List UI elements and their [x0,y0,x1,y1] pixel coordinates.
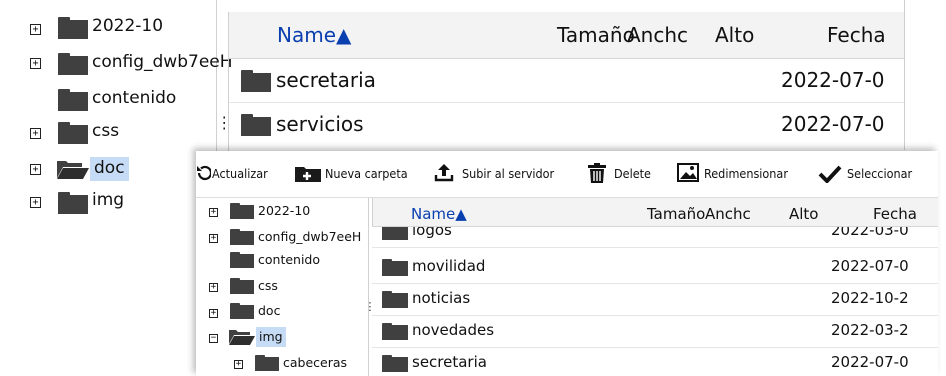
folder-open-icon [228,328,256,346]
column-header-row: Name▲ Tamaño Anchc Alto Fecha [372,198,938,227]
refresh-button[interactable]: Actualizar [212,166,268,181]
select-button[interactable]: Seleccionar [847,166,912,181]
column-header-width[interactable]: Anchc [627,23,707,47]
front-file-list: logos 2022-03-0 movilidad 2022-07-0 noti… [372,198,938,376]
folder-open-icon [56,158,90,180]
upload-button[interactable]: Subir al servidor [462,166,554,181]
new-folder-icon [295,165,321,186]
column-header-name[interactable]: Name▲ [411,205,467,223]
file-name: movilidad [412,257,486,275]
file-row[interactable]: movilidad 2022-07-0 [372,252,938,284]
tree-label: img [92,190,125,210]
file-row[interactable]: secretaria 2022-07-0 [229,59,905,103]
folder-icon [58,89,88,111]
folder-icon [230,252,254,268]
file-name: secretaria [276,68,376,92]
column-header-row: Name▲ Tamaño Anchc Alto Fecha [229,12,905,59]
image-resize-icon [677,163,699,186]
column-header-name[interactable]: Name▲ [277,23,351,47]
expand-icon[interactable]: + [30,24,41,35]
column-header-width[interactable]: Anchc [705,205,765,223]
column-header-size[interactable]: Tamaño [557,23,635,47]
folder-icon [230,278,254,294]
column-header-height[interactable]: Alto [789,205,819,223]
file-date: 2022-07-0 [781,112,885,136]
tree-label: cabeceras [283,355,348,370]
tree-label: doc [258,303,281,318]
file-name: noticias [412,289,471,307]
folder-icon [382,291,408,308]
tree-label-selected: doc [90,157,129,181]
tree-label: contenido [92,88,177,108]
column-header-date[interactable]: Fecha [827,23,886,47]
column-header-date[interactable]: Fecha [873,205,917,223]
file-row[interactable]: secretaria 2022-07-0 [372,348,938,376]
resize-button[interactable]: Redimensionar [704,166,788,181]
tree-label: config_dwb7eeH [258,229,362,244]
folder-icon [230,303,254,319]
back-file-list: Name▲ Tamaño Anchc Alto Fecha secretaria… [228,12,905,152]
folder-icon [230,203,254,219]
file-date: 2022-07-0 [831,257,909,275]
folder-icon [382,323,408,340]
expand-icon[interactable]: + [209,309,218,318]
file-date: 2022-10-2 [831,289,909,307]
checkmark-icon [818,165,842,187]
file-name: novedades [412,321,495,339]
file-name: servicios [276,112,364,136]
expand-icon[interactable]: + [30,128,41,139]
expand-icon[interactable]: + [234,360,243,369]
folder-icon [58,53,88,75]
file-date: 2022-07-0 [831,353,909,371]
window-edge [904,0,905,150]
expand-icon[interactable]: + [209,234,218,243]
tree-label: 2022-10 [92,16,164,36]
folder-icon [230,229,254,245]
expand-icon[interactable]: + [209,208,218,217]
trash-icon [587,163,607,187]
file-row[interactable]: servicios 2022-07-0 [229,103,905,146]
file-name: secretaria [412,353,487,371]
expand-icon[interactable]: + [30,58,41,69]
folder-icon [382,355,408,372]
file-row[interactable]: noticias 2022-10-2 [372,284,938,316]
tree-label: css [258,278,278,293]
new-folder-button[interactable]: Nueva carpeta [325,166,408,181]
refresh-icon [197,165,213,185]
folder-icon [58,192,88,214]
column-header-size[interactable]: Tamaño [647,205,705,223]
tree-label: css [92,121,120,141]
sort-ascending-icon: ▲ [455,205,467,223]
tree-label-selected: img [256,327,286,347]
delete-button[interactable]: Delete [614,166,651,181]
folder-icon [241,70,271,92]
sort-ascending-icon: ▲ [336,23,352,47]
file-date: 2022-03-2 [831,321,909,339]
folder-icon [58,122,88,144]
file-date: 2022-07-0 [781,68,885,92]
folder-icon [382,259,408,276]
folder-icon [241,114,271,136]
expand-icon[interactable]: + [30,164,41,175]
tree-label: config_dwb7eeH [92,52,233,72]
expand-icon[interactable]: + [209,283,218,292]
header-label: Name [411,205,456,223]
header-label: Name [277,23,337,47]
tree-label: 2022-10 [258,203,311,218]
expand-icon[interactable]: + [30,197,41,208]
folder-icon [382,223,408,240]
folder-icon [255,355,279,371]
column-header-height[interactable]: Alto [715,23,754,47]
collapse-icon[interactable]: − [209,334,218,343]
front-tree-panel [196,198,369,376]
folder-icon [58,17,88,39]
tree-label: contenido [258,252,321,267]
upload-icon [434,163,454,186]
file-row[interactable]: novedades 2022-03-2 [372,316,938,348]
